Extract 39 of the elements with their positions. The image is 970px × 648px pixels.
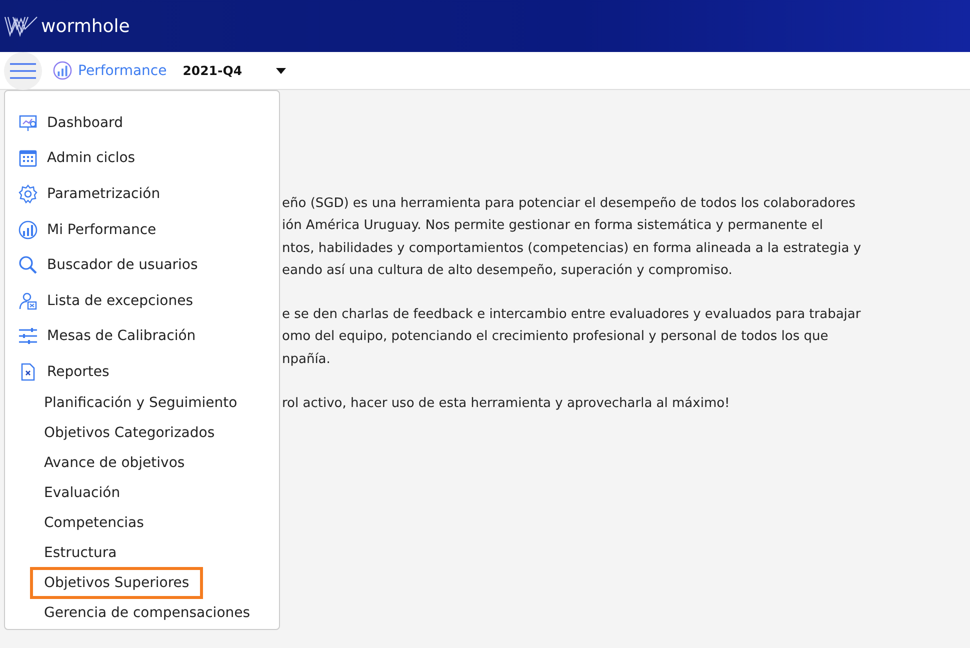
- submenu-item[interactable]: Objetivos Categorizados: [30, 416, 229, 449]
- caret-icon: [276, 68, 286, 74]
- submenu-item[interactable]: Gerencia de compensaciones: [30, 596, 264, 629]
- submenu-item[interactable]: Evaluación: [30, 476, 134, 509]
- user-icon: [18, 290, 38, 311]
- chart-icon: [53, 61, 72, 80]
- paragraph-line: ión América Uruguay. Nos permite gestionar en forma sistemática y permanente el: [282, 217, 824, 236]
- submenu-item[interactable]: Competencias: [30, 506, 158, 539]
- chart-icon: [18, 220, 38, 240]
- period-select[interactable]: 2021-Q4: [182, 63, 286, 78]
- submenu-item[interactable]: Objetivos Superiores: [30, 566, 204, 599]
- menu-item[interactable]: Mi Performance: [47, 222, 156, 238]
- sliders-icon: [18, 326, 38, 346]
- logo-icon: [4, 15, 38, 37]
- menu-item[interactable]: Admin ciclos: [47, 150, 136, 166]
- menu-item[interactable]: Buscador de usuarios: [47, 257, 198, 274]
- paragraph-line: npañía.: [282, 350, 332, 369]
- menu-item[interactable]: Mesas de Calibración: [47, 328, 196, 344]
- menu-item[interactable]: Reportes: [47, 364, 110, 380]
- calendar-icon: [18, 148, 38, 168]
- paragraph-line: ntos, habilidades y comportamientos (competencias) en forma alineada a la estrategia y: [282, 240, 862, 258]
- settings-icon: [18, 184, 38, 204]
- paragraph-line: eando así una cultura de alto desempeño, superación y compromiso.: [282, 262, 734, 280]
- menu-button[interactable]: [4, 52, 42, 90]
- submenu-item[interactable]: Estructura: [30, 536, 131, 569]
- presentation-icon: [18, 112, 38, 133]
- submenu-item[interactable]: Planificación y Seguimiento: [30, 386, 252, 419]
- menu-item[interactable]: Dashboard: [47, 114, 123, 131]
- module-title[interactable]: Performance: [78, 62, 167, 78]
- paragraph-line: e se den charlas de feedback e intercambio entre evaluadores y evaluados para trabajar: [282, 306, 862, 324]
- menu-item[interactable]: Parametrización: [47, 186, 160, 202]
- brand-name: wormhole: [41, 16, 130, 36]
- paragraph-line: eño (SGD) es una herramienta para potenciar el desempeño de todos los colaboradores: [282, 195, 856, 213]
- search-icon: [18, 255, 38, 276]
- menu-icon: [10, 62, 36, 80]
- paragraph-line: omo del equipo, potenciando el crecimiento profesional y personal de todos los que: [282, 328, 830, 346]
- submenu-item[interactable]: Avance de objetivos: [30, 446, 199, 479]
- menu-item[interactable]: Lista de excepciones: [47, 292, 193, 309]
- paragraph-line: rol activo, hacer uso de esta herramienta y aprovecharla al máximo!: [282, 395, 731, 414]
